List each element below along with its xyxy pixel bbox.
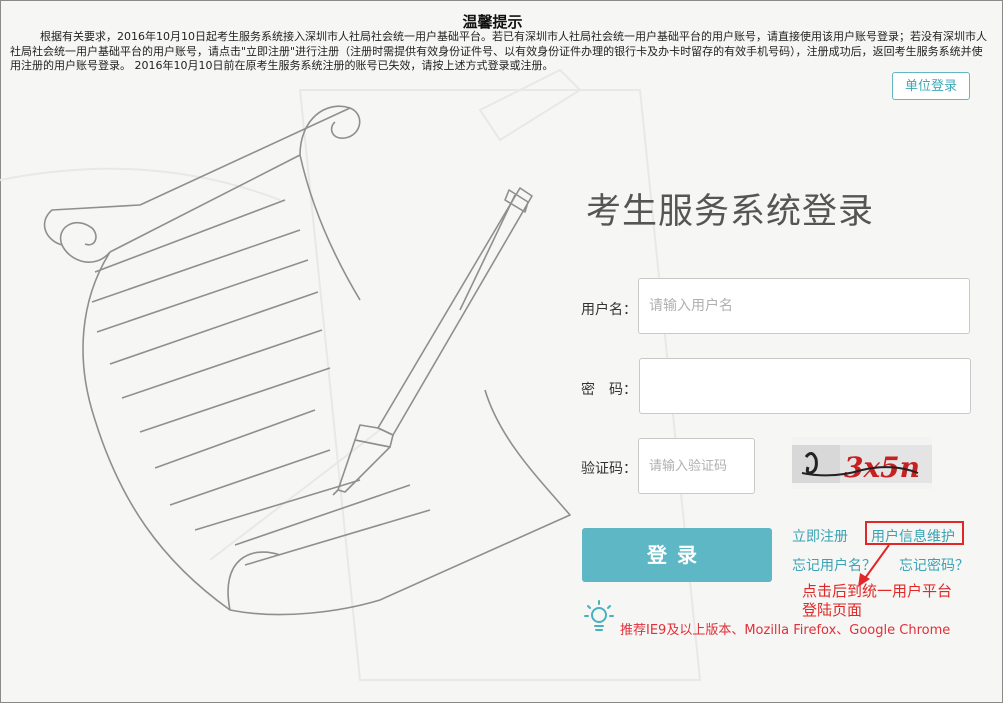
register-link[interactable]: 立即注册 — [792, 526, 848, 546]
password-label: 密 码： — [581, 382, 637, 398]
captcha-image[interactable]: 3x5n — [792, 437, 932, 489]
login-title: 考生服务系统登录 — [586, 192, 875, 232]
annotation-line-2: 登陆页面 — [802, 601, 863, 619]
username-label: 用户名： — [581, 302, 637, 318]
password-input[interactable] — [639, 358, 971, 414]
user-info-highlight — [865, 521, 964, 545]
annotation-line-1: 点击后到统一用户平台 — [802, 582, 953, 600]
annotation-text: 点击后到统一用户平台 登陆页面 — [802, 582, 952, 620]
notice-body: 根据有关要求，2016年10月10日起考生服务系统接入深圳市人社局社会统一用户基… — [10, 30, 987, 72]
forgot-password-link[interactable]: 忘记密码？ — [899, 555, 969, 575]
lightbulb-icon — [584, 600, 614, 631]
captcha-label: 验证码： — [581, 461, 637, 477]
username-input[interactable] — [638, 278, 970, 334]
unit-login-button[interactable]: 单位登录 — [892, 72, 970, 100]
notice-title: 温馨提示 — [462, 13, 523, 31]
browser-tip: 推荐IE9及以上版本、Mozilla Firefox、Google Chrome — [620, 623, 951, 638]
captcha-input[interactable] — [638, 438, 755, 494]
login-button[interactable]: 登录 — [582, 528, 772, 582]
